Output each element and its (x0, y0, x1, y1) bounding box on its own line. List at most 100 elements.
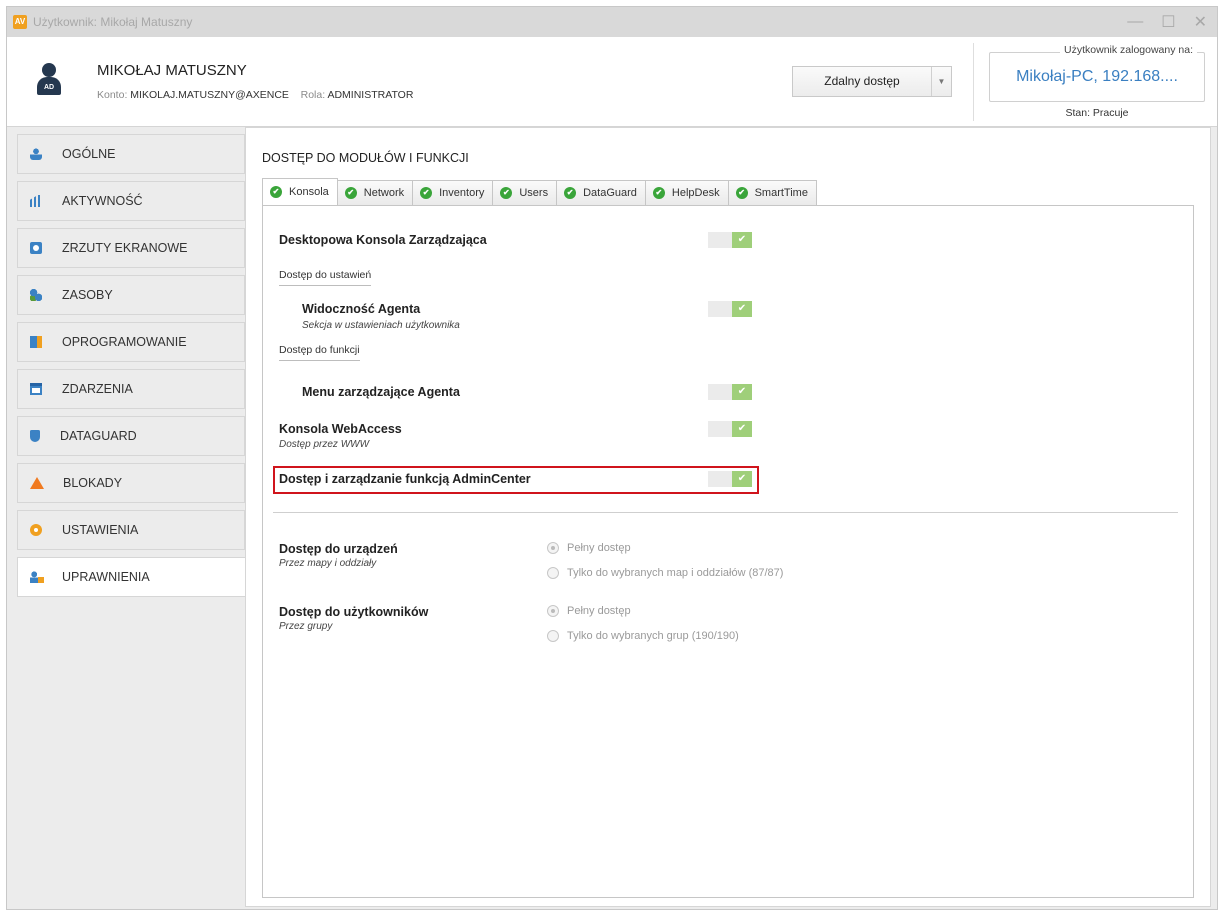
sidebar: OGÓLNE AKTYWNOŚĆ ZRZUTY EKRANOWE ZASOBY … (17, 127, 246, 597)
remote-access-dropdown[interactable]: Zdalny dostęp ▼ (792, 66, 952, 97)
sidebar-item-label: OPROGRAMOWANIE (62, 335, 187, 349)
close-button[interactable]: ✕ (1194, 12, 1207, 32)
desktop-console-label: Desktopowa Konsola Zarządzająca (279, 233, 487, 247)
agent-visibility-toggle[interactable]: ✔ (708, 301, 752, 317)
webaccess-label: Konsola WebAccess (279, 422, 402, 436)
tab-users[interactable]: ✔ Users (492, 180, 558, 205)
settings-group-label: Dostęp do ustawień (279, 269, 372, 286)
maximize-button[interactable]: ☐ (1161, 12, 1175, 32)
minimize-button[interactable]: — (1127, 13, 1143, 31)
devices-full-access-radio[interactable]: Pełny dostęp (547, 542, 631, 554)
logged-in-box: Użytkownik zalogowany na: Mikołaj-PC, 19… (989, 44, 1205, 119)
webaccess-sub: Dostęp przez WWW (279, 439, 370, 450)
agent-visibility-sub: Sekcja w ustawieniach użytkownika (302, 320, 460, 331)
sidebar-item-uprawnienia[interactable]: UPRAWNIENIA (17, 557, 246, 597)
tab-smarttime[interactable]: ✔ SmartTime (727, 180, 817, 205)
role-label: Rola: (300, 89, 326, 101)
tab-konsola[interactable]: ✔ Konsola (262, 178, 338, 205)
tab-dataguard[interactable]: ✔ DataGuard (556, 180, 646, 205)
user-lock-icon (30, 571, 44, 583)
check-circle-icon: ✔ (500, 187, 513, 199)
sidebar-item-oprogramowanie[interactable]: OPROGRAMOWANIE (17, 322, 245, 362)
sidebar-item-blokady[interactable]: BLOKADY (17, 463, 245, 503)
devices-selected-maps-radio[interactable]: Tylko do wybranych map i oddziałów (87/8… (547, 567, 783, 579)
tab-label: HelpDesk (671, 187, 720, 199)
tab-helpdesk[interactable]: ✔ HelpDesk (644, 180, 729, 205)
webaccess-toggle[interactable]: ✔ (708, 421, 752, 437)
divider (273, 512, 1178, 513)
check-icon: ✔ (732, 421, 752, 437)
sidebar-item-label: ZRZUTY EKRANOWE (62, 241, 188, 255)
sidebar-item-ogolne[interactable]: OGÓLNE (17, 134, 245, 174)
sidebar-item-label: UPRAWNIENIA (62, 570, 150, 584)
module-tabs: ✔ Konsola ✔ Network ✔ Inventory ✔ Users … (262, 178, 817, 205)
radio-empty-icon (547, 630, 559, 642)
sidebar-item-dataguard[interactable]: DATAGUARD (17, 416, 245, 456)
check-circle-icon: ✔ (735, 187, 748, 199)
tab-label: Network (363, 187, 405, 199)
admin-avatar-icon: AD (35, 63, 63, 95)
agent-menu-toggle[interactable]: ✔ (708, 384, 752, 400)
sidebar-item-label: USTAWIENIA (62, 523, 139, 537)
chevron-down-icon[interactable]: ▼ (931, 67, 951, 96)
warning-icon (30, 477, 44, 489)
users-access-sub: Przez grupy (279, 621, 333, 632)
title-bar[interactable]: AV Użytkownik: Mikołaj Matuszny — ☐ ✕ (7, 7, 1217, 37)
admincenter-toggle[interactable]: ✔ (708, 471, 752, 487)
devices-access-label: Dostęp do urządzeń (279, 542, 398, 556)
software-icon (30, 336, 42, 348)
tab-label: Users (519, 187, 549, 199)
app-logo-icon: AV (13, 15, 27, 29)
radio-label: Tylko do wybranych map i oddziałów (87/8… (567, 567, 784, 579)
agent-menu-label: Menu zarządzające Agenta (302, 385, 460, 399)
radio-selected-icon (547, 542, 559, 554)
sidebar-item-label: DATAGUARD (60, 429, 137, 443)
sidebar-item-zrzuty[interactable]: ZRZUTY EKRANOWE (17, 228, 245, 268)
admincenter-label: Dostęp i zarządzanie funkcją AdminCenter (279, 472, 531, 486)
bar-chart-icon (30, 195, 41, 207)
check-icon: ✔ (732, 384, 752, 400)
desktop-console-toggle[interactable]: ✔ (708, 232, 752, 248)
tab-label: SmartTime (754, 187, 808, 199)
sidebar-item-zasoby[interactable]: ZASOBY (17, 275, 245, 315)
account-label: Konto: (97, 89, 128, 101)
radio-label: Pełny dostęp (567, 605, 631, 617)
sidebar-item-ustawienia[interactable]: USTAWIENIA (17, 510, 245, 550)
camera-icon (30, 242, 42, 254)
status-text: Stan: Pracuje (1065, 107, 1129, 119)
check-icon: ✔ (732, 471, 752, 487)
section-title: DOSTĘP DO MODUŁÓW I FUNKCJI (262, 151, 469, 165)
role-value: ADMINISTRATOR (327, 89, 414, 101)
tab-label: Konsola (289, 186, 329, 198)
users-access-label: Dostęp do użytkowników (279, 605, 429, 619)
sidebar-item-aktywnosc[interactable]: AKTYWNOŚĆ (17, 181, 245, 221)
radio-selected-icon (547, 605, 559, 617)
sidebar-item-label: BLOKADY (63, 476, 123, 490)
check-circle-icon: ✔ (420, 187, 433, 199)
radio-empty-icon (547, 567, 559, 579)
remote-access-label[interactable]: Zdalny dostęp (793, 67, 931, 96)
calendar-icon (30, 383, 42, 395)
tab-label: Inventory (439, 187, 485, 199)
user-meta: Konto: MIKOLAJ.MATUSZNY@AXENCE Rola: ADM… (97, 89, 413, 101)
logged-host[interactable]: Mikołaj-PC, 192.168.... (989, 68, 1205, 86)
user-stats-icon (30, 148, 42, 160)
tab-inventory[interactable]: ✔ Inventory (412, 180, 494, 205)
app-window: AV Użytkownik: Mikołaj Matuszny — ☐ ✕ AD… (6, 6, 1218, 910)
sidebar-item-label: OGÓLNE (62, 147, 116, 161)
radio-label: Pełny dostęp (567, 542, 631, 554)
account-value: MIKOLAJ.MATUSZNY@AXENCE (130, 89, 289, 101)
sidebar-item-zdarzenia[interactable]: ZDARZENIA (17, 369, 245, 409)
users-full-access-radio[interactable]: Pełny dostęp (547, 605, 631, 617)
sidebar-item-label: ZDARZENIA (62, 382, 133, 396)
logged-caption: Użytkownik zalogowany na: (1060, 44, 1197, 56)
check-icon: ✔ (732, 232, 752, 248)
resources-icon (30, 289, 42, 301)
sidebar-item-label: AKTYWNOŚĆ (62, 194, 143, 208)
radio-label: Tylko do wybranych grup (190/190) (567, 630, 739, 642)
tab-network[interactable]: ✔ Network (336, 180, 414, 205)
avatar-badge: AD (37, 77, 61, 95)
users-selected-groups-radio[interactable]: Tylko do wybranych grup (190/190) (547, 630, 739, 642)
agent-visibility-label: Widoczność Agenta (302, 302, 421, 316)
check-icon: ✔ (732, 301, 752, 317)
